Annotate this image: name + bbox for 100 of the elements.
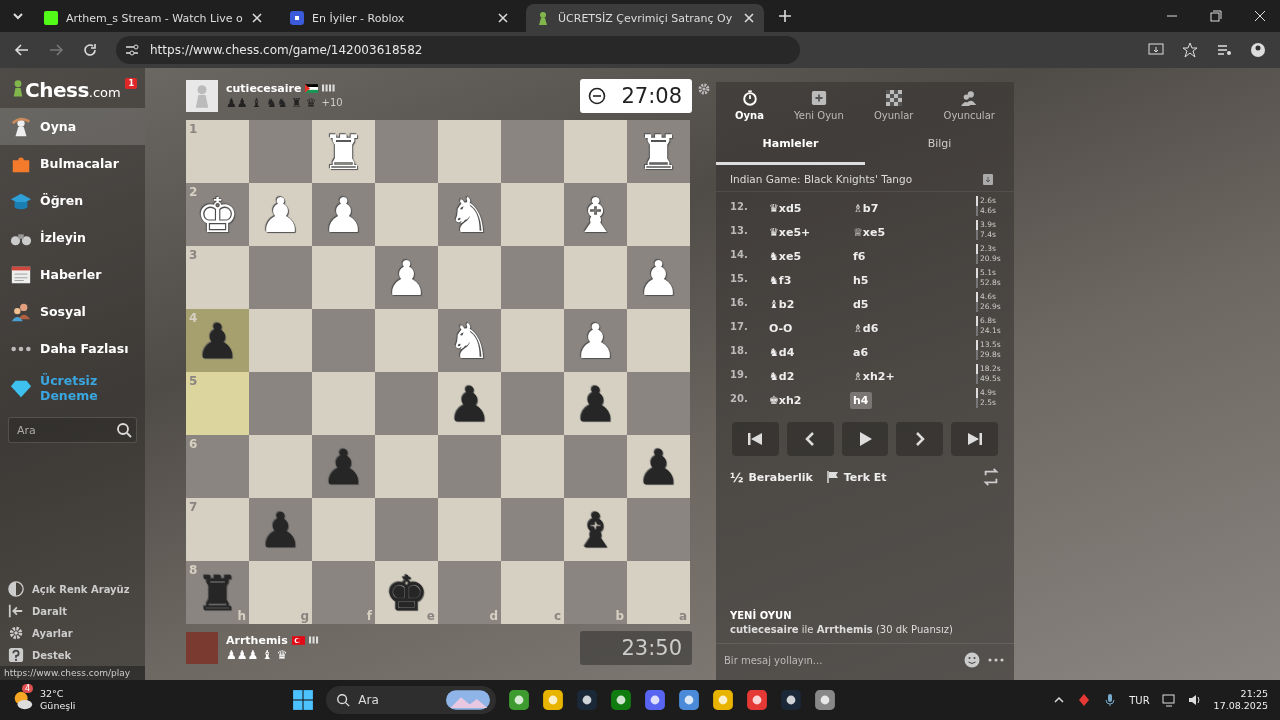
panel-nav-tab[interactable]: Oyunlar (873, 90, 914, 121)
book-icon[interactable] (982, 173, 994, 185)
chess-piece[interactable]: ♟ (574, 377, 617, 430)
network-icon[interactable] (1161, 693, 1176, 707)
flip-board-icon[interactable] (982, 468, 1000, 486)
new-tab-icon[interactable] (778, 9, 792, 23)
sidebar-footer-item[interactable]: Daralt (0, 600, 145, 622)
chess-piece[interactable]: ♟ (448, 377, 491, 430)
install-icon[interactable] (1148, 42, 1164, 58)
chess-piece[interactable]: ♜ (196, 566, 239, 619)
play-button[interactable] (841, 422, 889, 456)
previous-move-button[interactable] (786, 422, 834, 456)
sidebar-item[interactable]: Öğren (0, 182, 145, 219)
chess-piece[interactable]: ♟ (637, 440, 680, 493)
panel-nav-tab[interactable]: Oyna (735, 90, 764, 121)
board-square[interactable]: ♟ (438, 372, 501, 435)
move[interactable]: ♕xe5 (850, 223, 889, 241)
reload-icon[interactable] (82, 42, 98, 58)
forward-icon[interactable] (48, 42, 64, 58)
panel-nav-tab[interactable]: Yeni Oyun (794, 90, 844, 121)
move[interactable]: ♞f3 (766, 271, 795, 289)
draw-button[interactable]: ½ Beraberlik (730, 469, 813, 485)
microphone-icon[interactable] (1103, 693, 1118, 707)
panel-nav-tab[interactable]: Oyuncular (943, 90, 995, 121)
sidebar-item[interactable]: Sosyal (0, 293, 145, 330)
chess-piece[interactable]: ♞ (448, 314, 491, 367)
board-square[interactable]: ♝ (564, 183, 627, 246)
back-icon[interactable] (14, 42, 30, 58)
emoji-icon[interactable] (964, 652, 980, 668)
move[interactable]: ♗d6 (850, 319, 882, 337)
logo[interactable]: Chess.com (12, 78, 121, 102)
browser-tab[interactable]: En İyiler - Roblox (280, 4, 518, 32)
close-icon[interactable] (252, 13, 262, 23)
sidebar-item[interactable]: Haberler (0, 256, 145, 293)
board-square[interactable]: ♞ (438, 183, 501, 246)
board-square[interactable]: ♟ (312, 183, 375, 246)
panel-tab[interactable]: Bilgi (865, 127, 1014, 165)
board-square[interactable]: ♝ (564, 498, 627, 561)
restore-icon[interactable] (1210, 10, 1222, 22)
move[interactable]: f6 (850, 247, 869, 265)
move[interactable]: ♗xh2+ (850, 367, 898, 385)
chess-piece[interactable]: ♝ (574, 503, 617, 556)
sidebar-footer-item[interactable]: Ayarlar (0, 622, 145, 644)
move[interactable]: h5 (850, 271, 872, 289)
board-square[interactable]: ♜ (627, 120, 690, 183)
sidebar-footer-item[interactable]: Açık Renk Arayüz (0, 578, 145, 600)
chat-input[interactable]: Bir mesaj yollayın... (722, 652, 956, 668)
move[interactable]: ♚xh2 (766, 391, 805, 409)
notification-badge[interactable]: 1 (125, 78, 137, 89)
chess-piece[interactable]: ♟ (385, 251, 428, 304)
close-icon[interactable] (1254, 10, 1266, 22)
chess-piece[interactable]: ♟ (322, 188, 365, 241)
next-move-button[interactable] (896, 422, 944, 456)
browser-tab[interactable]: ÜCRETSİZ Çevrimiçi Satranç Oy (526, 4, 764, 32)
sidebar-footer-item[interactable]: Destek (0, 644, 145, 666)
star-icon[interactable] (1182, 42, 1198, 58)
profile-icon[interactable] (1250, 42, 1266, 58)
sidebar-item[interactable]: Bulmacalar (0, 145, 145, 182)
chess-piece[interactable]: ♚ (196, 188, 239, 241)
move[interactable]: d5 (850, 295, 872, 313)
board-square[interactable]: ♞ (438, 309, 501, 372)
board-square[interactable]: ♟ (564, 372, 627, 435)
board-square[interactable]: ♟ (564, 309, 627, 372)
move[interactable]: ♗b7 (850, 199, 882, 217)
chess-piece[interactable]: ♜ (637, 125, 680, 178)
move[interactable]: ♝b2 (766, 295, 798, 313)
move[interactable]: a6 (850, 343, 872, 361)
chess-piece[interactable]: ♟ (196, 314, 239, 367)
board-square[interactable]: ♟ (627, 246, 690, 309)
move[interactable]: ♞d4 (766, 343, 798, 361)
move[interactable]: O-O (766, 319, 796, 337)
windows-icon[interactable] (292, 689, 315, 711)
chess-piece[interactable]: ♟ (259, 503, 302, 556)
url-field[interactable]: https://www.chess.com/game/142003618582 (116, 36, 800, 64)
site-settings-icon[interactable] (124, 42, 140, 58)
panel-tab[interactable]: Hamleler (716, 127, 865, 165)
media-icon[interactable] (1216, 42, 1232, 58)
chess-piece[interactable]: ♟ (574, 314, 617, 367)
last-move-button[interactable] (951, 422, 998, 456)
move[interactable]: ♞d2 (766, 367, 798, 385)
board-square[interactable]: ♟ (627, 435, 690, 498)
speaker-icon[interactable] (1187, 693, 1202, 707)
move[interactable]: ♞xe5 (766, 247, 805, 265)
player-name[interactable]: cutiecesaire (226, 81, 302, 95)
language-indicator[interactable]: TUR (1129, 694, 1150, 706)
browser-tab[interactable]: Arthem_s Stream - Watch Live o (34, 4, 272, 32)
chess-piece[interactable]: ♞ (448, 188, 491, 241)
close-icon[interactable] (498, 13, 508, 23)
sidebar-item[interactable]: Daha Fazlası (0, 330, 145, 367)
first-move-button[interactable] (732, 422, 779, 456)
move[interactable]: ♛xe5+ (766, 223, 814, 241)
board-square[interactable]: ♟ (249, 498, 312, 561)
security-icon[interactable] (1077, 693, 1092, 707)
board-square[interactable]: ♟ (375, 246, 438, 309)
chess-piece[interactable]: ♟ (322, 440, 365, 493)
resign-button[interactable]: Terk Et (826, 470, 887, 484)
sidebar-item[interactable]: Ücretsiz Deneme (0, 367, 145, 409)
settings-icon[interactable] (697, 82, 711, 96)
sidebar-item[interactable]: İzleyin (0, 219, 145, 256)
search-icon[interactable] (116, 422, 132, 438)
